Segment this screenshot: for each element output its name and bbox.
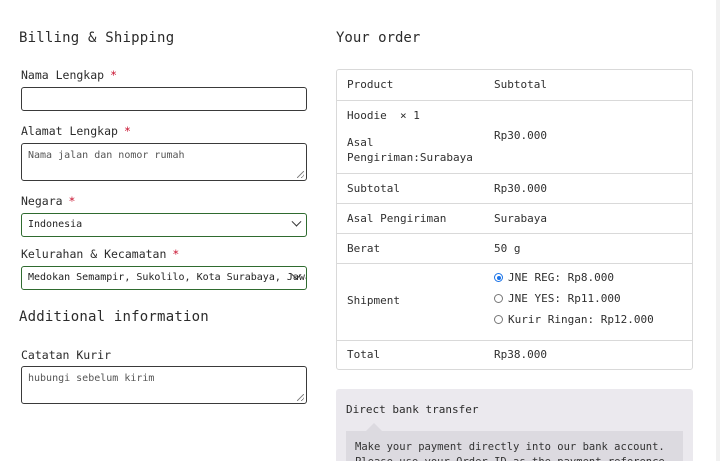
item-qty: × 1: [400, 109, 420, 122]
country-select[interactable]: Indonesia: [21, 213, 307, 237]
order-title: Your order: [336, 30, 421, 46]
item-origin-label: Asal Pengiriman:: [347, 136, 420, 164]
payment-description: Make your payment directly into our bank…: [346, 431, 683, 461]
table-header-row: Product Subtotal: [337, 70, 692, 100]
radio-button[interactable]: [494, 315, 503, 324]
shipment-option-kurir-ringan[interactable]: Kurir Ringan: Rp12.000: [494, 313, 654, 326]
full-name-input[interactable]: [21, 87, 307, 111]
item-origin-value: Surabaya: [419, 151, 473, 164]
weight-value: 50 g: [494, 242, 521, 255]
required-mark: *: [110, 68, 118, 82]
chevron-down-icon: [291, 216, 302, 227]
required-mark: *: [123, 124, 131, 138]
order-item-row: Hoodie × 1 Asal Pengiriman:Surabaya Rp30…: [337, 100, 692, 173]
district-label: Kelurahan & Kecamatan *: [21, 247, 179, 261]
radio-button[interactable]: [494, 294, 503, 303]
courier-note-textarea[interactable]: hubungi sebelum kirim: [21, 366, 307, 404]
shipment-option-jne-reg[interactable]: JNE REG: Rp8.000: [494, 271, 614, 284]
weight-row: Berat 50 g: [337, 233, 692, 263]
shipment-option-label: Kurir Ringan: Rp12.000: [508, 313, 654, 326]
order-table: Product Subtotal Hoodie × 1 Asal Pengiri…: [336, 69, 693, 370]
shipment-option-jne-yes[interactable]: JNE YES: Rp11.000: [494, 292, 621, 305]
origin-value: Surabaya: [494, 212, 547, 225]
header-subtotal: Subtotal: [494, 78, 547, 91]
total-label: Total: [347, 348, 381, 361]
billing-title: Billing & Shipping: [19, 30, 175, 46]
address-label: Alamat Lengkap *: [21, 124, 131, 138]
country-label: Negara *: [21, 194, 75, 208]
total-row: Total Rp38.000: [337, 340, 692, 369]
country-label-text: Negara: [21, 194, 63, 208]
resize-grip-icon[interactable]: [297, 171, 304, 178]
full-name-label-text: Nama Lengkap: [21, 68, 105, 82]
required-mark: *: [172, 247, 180, 261]
item-name-line: Hoodie × 1: [347, 109, 420, 122]
shipment-option-label: JNE REG: Rp8.000: [508, 271, 614, 284]
shipment-label: Shipment: [347, 294, 400, 307]
address-placeholder: Nama jalan dan nomor rumah: [28, 150, 185, 161]
payment-method-box[interactable]: Direct bank transfer Make your payment d…: [336, 389, 693, 461]
subtotal-row: Subtotal Rp30.000: [337, 173, 692, 203]
additional-info-title: Additional information: [19, 309, 209, 325]
required-mark: *: [68, 194, 76, 208]
country-selected-value: Indonesia: [28, 219, 83, 230]
subtotal-label: Subtotal: [347, 182, 400, 195]
courier-note-placeholder: hubungi sebelum kirim: [28, 373, 155, 384]
district-select[interactable]: Medokan Semampir, Sukolilo, Kota Surabay…: [21, 266, 307, 290]
radio-button[interactable]: [494, 273, 503, 282]
resize-grip-icon[interactable]: [297, 394, 304, 401]
shipment-row: Shipment JNE REG: Rp8.000 JNE YES: Rp11.…: [337, 263, 692, 340]
header-product: Product: [347, 78, 394, 91]
weight-label: Berat: [347, 242, 381, 255]
subtotal-value: Rp30.000: [494, 182, 547, 195]
total-value: Rp38.000: [494, 348, 547, 361]
address-label-text: Alamat Lengkap: [21, 124, 118, 138]
district-label-text: Kelurahan & Kecamatan: [21, 247, 167, 261]
scrollbar[interactable]: [716, 0, 720, 461]
payment-method-title: Direct bank transfer: [346, 403, 479, 416]
district-selected-value: Medokan Semampir, Sukolilo, Kota Surabay…: [28, 272, 306, 283]
origin-row: Asal Pengiriman Surabaya: [337, 203, 692, 233]
origin-label: Asal Pengiriman: [347, 212, 447, 225]
full-name-label: Nama Lengkap *: [21, 68, 117, 82]
item-price: Rp30.000: [494, 129, 547, 142]
courier-note-label: Catatan Kurir: [21, 348, 112, 362]
shipment-option-label: JNE YES: Rp11.000: [508, 292, 621, 305]
address-textarea[interactable]: Nama jalan dan nomor rumah: [21, 143, 307, 181]
item-origin: Asal Pengiriman:Surabaya: [347, 135, 482, 165]
item-name: Hoodie: [347, 109, 387, 122]
checkout-page: Billing & Shipping Nama Lengkap * Alamat …: [0, 0, 720, 461]
payment-pointer: [366, 423, 382, 431]
